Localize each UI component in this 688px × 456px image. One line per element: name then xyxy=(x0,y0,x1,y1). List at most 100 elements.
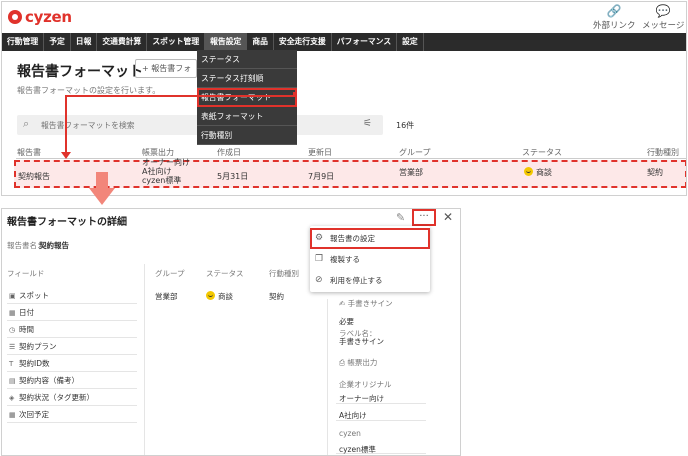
nav-item-report-settings[interactable]: 報告設定 xyxy=(205,33,248,51)
message-button[interactable]: 💬 メッセージ xyxy=(642,4,684,31)
field-item[interactable]: ▣ スポット xyxy=(7,288,137,304)
clock-icon: ◷ xyxy=(9,326,16,334)
col-header-report[interactable]: 報告書 xyxy=(17,147,41,158)
nav-item-daily-report[interactable]: 日報 xyxy=(71,33,98,51)
field-item[interactable]: ◷ 時間 xyxy=(7,322,137,338)
field-label: 契約プラン xyxy=(19,342,57,351)
dropdown-item-report-format[interactable]: 報告書フォーマット xyxy=(197,88,297,107)
report-format-window: cyzen 🔗 外部リンク 💬 メッセージ 行動管理 予定 日報 交通費計算 ス… xyxy=(1,1,687,196)
nav-item-spot[interactable]: スポット管理 xyxy=(147,33,206,51)
search-icon: ⌕ xyxy=(23,117,30,130)
row-report-name[interactable]: 契約報告 xyxy=(18,171,50,182)
col-header-group[interactable]: グループ xyxy=(399,147,431,158)
dropdown-item-status[interactable]: ステータス xyxy=(197,50,297,69)
external-link-label: 外部リンク xyxy=(593,21,636,31)
dropdown-item-status-order[interactable]: ステータス打刻順 xyxy=(197,69,297,88)
cyzen-logo[interactable]: cyzen xyxy=(8,8,72,26)
field-item[interactable]: ▦ 次回予定 xyxy=(7,407,137,423)
nav-item-schedule[interactable]: 予定 xyxy=(44,33,71,51)
external-link-button[interactable]: 🔗 外部リンク xyxy=(593,4,636,31)
row-status-label: 商談 xyxy=(536,168,552,177)
spot-icon: ▣ xyxy=(9,292,16,300)
connector-line-segment xyxy=(65,95,67,153)
col-header-created[interactable]: 作成日 xyxy=(217,147,241,158)
big-down-arrow-icon xyxy=(89,172,115,205)
nav-item-safe-driving[interactable]: 安全走行支援 xyxy=(274,33,332,51)
detail-col-action-type: 行動種別 xyxy=(269,269,299,278)
result-count: 16件 xyxy=(396,121,415,130)
calendar-icon: ▦ xyxy=(9,309,16,317)
detail-group: 営業部 xyxy=(155,292,178,301)
menu-item-report-settings[interactable]: ⚙ 報告書の設定 xyxy=(310,228,430,249)
dropdown-item-action-type[interactable]: 行動種別 xyxy=(197,126,297,145)
row-output-list: オーナー向け A社向け cyzen標準 xyxy=(142,158,190,187)
field-label: 日付 xyxy=(19,308,34,317)
row-output-item: A社向け xyxy=(142,167,172,176)
detail-action-type: 契約 xyxy=(269,292,284,301)
signature-label: 手書きサイン xyxy=(347,299,393,308)
menu-item-duplicate[interactable]: ❐ 複製する xyxy=(310,249,430,270)
detail-col-field: フィールド xyxy=(7,269,45,278)
connector-line-segment xyxy=(65,95,295,97)
menu-item-label: 報告書の設定 xyxy=(330,234,375,243)
field-item[interactable]: ▤ 契約内容（備考） xyxy=(7,373,137,389)
field-label: 契約内容（備考） xyxy=(19,376,79,385)
link-icon: 🔗 xyxy=(606,4,622,18)
nav-item-transport[interactable]: 交通費計算 xyxy=(97,33,148,51)
output-a-company: A社向け xyxy=(339,411,367,420)
add-format-button[interactable]: + 報告書フォ xyxy=(135,59,197,78)
screenshot-stage: cyzen 🔗 外部リンク 💬 メッセージ 行動管理 予定 日報 交通費計算 ス… xyxy=(0,0,688,456)
row-action-type: 契約 xyxy=(647,168,663,177)
field-item[interactable]: ▦ 日付 xyxy=(7,305,137,321)
logo-mark-icon xyxy=(8,10,22,24)
detail-col-status: ステータス xyxy=(206,269,244,278)
field-item[interactable]: ◈ 契約状況（タグ更新） xyxy=(7,390,137,406)
text-icon: T xyxy=(9,360,14,368)
row-status: 商談 xyxy=(524,167,552,178)
status-badge-icon xyxy=(206,291,215,300)
more-options-menu: ⚙ 報告書の設定 ❐ 複製する ⊘ 利用を停止する xyxy=(310,226,430,292)
more-options-button[interactable]: ··· xyxy=(412,209,436,226)
field-label: 時間 xyxy=(19,325,34,334)
output-cyzen-standard: cyzen標準 xyxy=(339,445,376,454)
field-item[interactable]: ☰ 契約プラン xyxy=(7,339,137,355)
stop-icon: ⊘ xyxy=(315,275,323,285)
side-divider xyxy=(327,299,328,455)
col-header-updated[interactable]: 更新日 xyxy=(308,147,332,158)
nav-item-activity[interactable]: 行動管理 xyxy=(2,33,45,51)
signature-required: 必要 xyxy=(339,317,354,326)
nav-item-products[interactable]: 商品 xyxy=(247,33,274,51)
row-output-item: オーナー向け xyxy=(142,158,190,167)
connector-arrowhead xyxy=(61,152,71,159)
signature-section: ✍ 手書きサイン xyxy=(339,298,393,309)
calendar-icon: ▦ xyxy=(9,411,16,419)
report-settings-dropdown: ステータス ステータス打刻順 報告書フォーマット 表紙フォーマット 行動種別 xyxy=(197,50,297,145)
nav-item-settings[interactable]: 設定 xyxy=(397,33,424,51)
detail-status: 商談 xyxy=(206,291,233,302)
col-header-status[interactable]: ステータス xyxy=(522,147,562,158)
dropdown-item-cover-format[interactable]: 表紙フォーマット xyxy=(197,107,297,126)
nav-item-performance[interactable]: パフォーマンス xyxy=(332,33,398,51)
col-header-output[interactable]: 帳票出力 xyxy=(142,147,174,158)
col-header-action-type[interactable]: 行動種別 xyxy=(647,147,679,158)
filter-settings-icon[interactable]: ⚟ xyxy=(363,118,372,129)
edit-pencil-icon[interactable]: ✎ xyxy=(396,211,405,224)
row-output-item: cyzen標準 xyxy=(142,176,182,185)
list-icon: ☰ xyxy=(9,343,16,351)
output-label: 帳票出力 xyxy=(347,358,378,367)
output-owner: オーナー向け xyxy=(339,394,384,403)
output-section: ⎙ 帳票出力 xyxy=(339,357,377,368)
field-label: 契約状況（タグ更新） xyxy=(19,393,94,402)
field-label: スポット xyxy=(19,291,49,300)
message-icon: 💬 xyxy=(655,4,671,18)
field-item[interactable]: T 契約ID数 xyxy=(7,356,137,372)
close-icon[interactable]: ✕ xyxy=(443,210,453,224)
detail-name-value: 契約報告 xyxy=(39,241,69,250)
tag-icon: ◈ xyxy=(9,394,15,402)
main-nav: 行動管理 予定 日報 交通費計算 スポット管理 報告設定 商品 安全走行支援 パ… xyxy=(2,33,686,51)
menu-item-label: 複製する xyxy=(330,255,360,264)
menu-item-stop-use[interactable]: ⊘ 利用を停止する xyxy=(310,270,430,291)
pen-icon: ✍ xyxy=(339,299,348,308)
field-label: 次回予定 xyxy=(19,410,49,419)
field-label: 契約ID数 xyxy=(19,359,50,368)
